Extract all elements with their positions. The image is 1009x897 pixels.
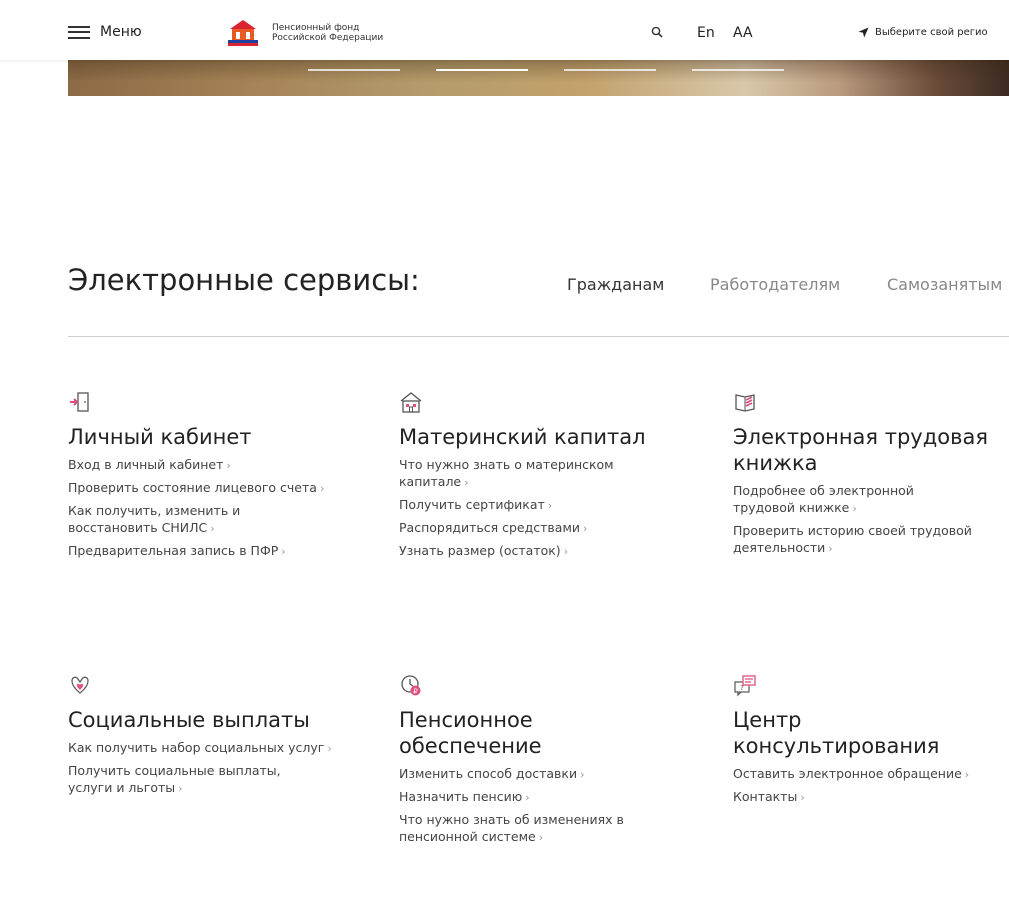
chat-question-icon: ? <box>734 675 756 697</box>
service-link[interactable]: Оставить электронное обращение › <box>733 765 1009 783</box>
region-selector[interactable]: Выберите свой регио <box>858 27 988 38</box>
service-card-consultation: ? Центр консультирования Оставить электр… <box>733 673 1009 811</box>
service-link[interactable]: Получить социальные выплаты, услуги и ль… <box>68 762 328 797</box>
slide-indicator-4[interactable] <box>692 69 784 71</box>
service-link[interactable]: Что нужно знать о материнском капитале › <box>399 456 669 491</box>
service-title: Социальные выплаты <box>68 708 310 732</box>
service-link[interactable]: Проверить историю своей трудовой деятель… <box>733 522 1009 557</box>
service-card-maternity-capital: Материнский капитал Что нужно знать о ма… <box>399 390 689 565</box>
location-arrow-icon <box>858 27 869 38</box>
pfr-logo[interactable]: Пенсионный фонд Российской Федерации <box>228 20 383 46</box>
service-link[interactable]: Проверить состояние лицевого счета › <box>68 479 328 497</box>
pfr-emblem-icon <box>228 20 258 46</box>
house-icon <box>400 392 422 413</box>
site-header: Меню Пенсионный фонд Российской Федераци… <box>0 0 1009 60</box>
hamburger-icon <box>68 25 90 39</box>
service-link[interactable]: Как получить, изменить и восстановить СН… <box>68 502 288 537</box>
service-link[interactable]: Контакты › <box>733 788 1009 806</box>
service-title: Материнский капитал <box>399 425 646 449</box>
slide-indicator-3[interactable] <box>564 69 656 71</box>
tab-employers[interactable]: Работодателям <box>710 275 840 294</box>
service-card-pension: ₽ Пенсионное обеспечение Изменить способ… <box>399 673 689 851</box>
service-title: Личный кабинет <box>68 425 252 449</box>
service-link[interactable]: Что нужно знать об изменениях в пенсионн… <box>399 811 679 846</box>
service-link[interactable]: Узнать размер (остаток) › <box>399 542 689 560</box>
tab-self-employed[interactable]: Самозанятым <box>887 275 1002 294</box>
service-title: Электронная трудовая книжка <box>733 425 988 475</box>
service-link[interactable]: Как получить набор социальных услуг › <box>68 739 338 757</box>
menu-label: Меню <box>100 24 142 40</box>
clock-ruble-icon: ₽ <box>401 675 421 696</box>
language-switch[interactable]: En <box>697 25 715 41</box>
font-size-toggle[interactable]: AA <box>733 25 753 41</box>
slide-indicator-1[interactable] <box>308 69 400 71</box>
service-card-personal-account: Личный кабинет Вход в личный кабинет › Пр… <box>68 390 358 565</box>
service-link[interactable]: Изменить способ доставки › <box>399 765 689 783</box>
service-link[interactable]: Подробнее об электронной трудовой книжке… <box>733 482 963 517</box>
service-title: Пенсионное обеспечение <box>399 708 542 758</box>
hero-banner <box>68 60 1009 96</box>
section-divider <box>68 336 1009 337</box>
svg-text:₽: ₽ <box>413 687 418 695</box>
slide-indicator-2[interactable] <box>436 69 528 71</box>
region-label: Выберите свой регио <box>875 27 988 38</box>
book-icon <box>735 394 755 412</box>
logo-text: Пенсионный фонд Российской Федерации <box>272 23 383 43</box>
service-card-social-payments: Социальные выплаты Как получить набор со… <box>68 673 358 802</box>
service-title: Центр консультирования <box>733 708 940 758</box>
service-link[interactable]: Вход в личный кабинет › <box>68 456 358 474</box>
logo-line-1: Пенсионный фонд <box>272 23 360 33</box>
menu-button[interactable]: Меню <box>68 24 142 40</box>
service-link[interactable]: Предварительная запись в ПФР › <box>68 542 358 560</box>
services-title: Электронные сервисы: <box>68 263 420 297</box>
service-link[interactable]: Назначить пенсию › <box>399 788 689 806</box>
service-link[interactable]: Получить сертификат › <box>399 496 689 514</box>
search-icon[interactable] <box>651 26 663 38</box>
hands-heart-icon <box>71 676 89 694</box>
tab-citizens[interactable]: Гражданам <box>567 275 664 294</box>
door-icon <box>70 392 89 412</box>
logo-line-2: Российской Федерации <box>272 33 384 43</box>
service-card-work-record-book: Электронная трудовая книжка Подробнее об… <box>733 390 1009 562</box>
service-link[interactable]: Распорядиться средствами › <box>399 519 689 537</box>
